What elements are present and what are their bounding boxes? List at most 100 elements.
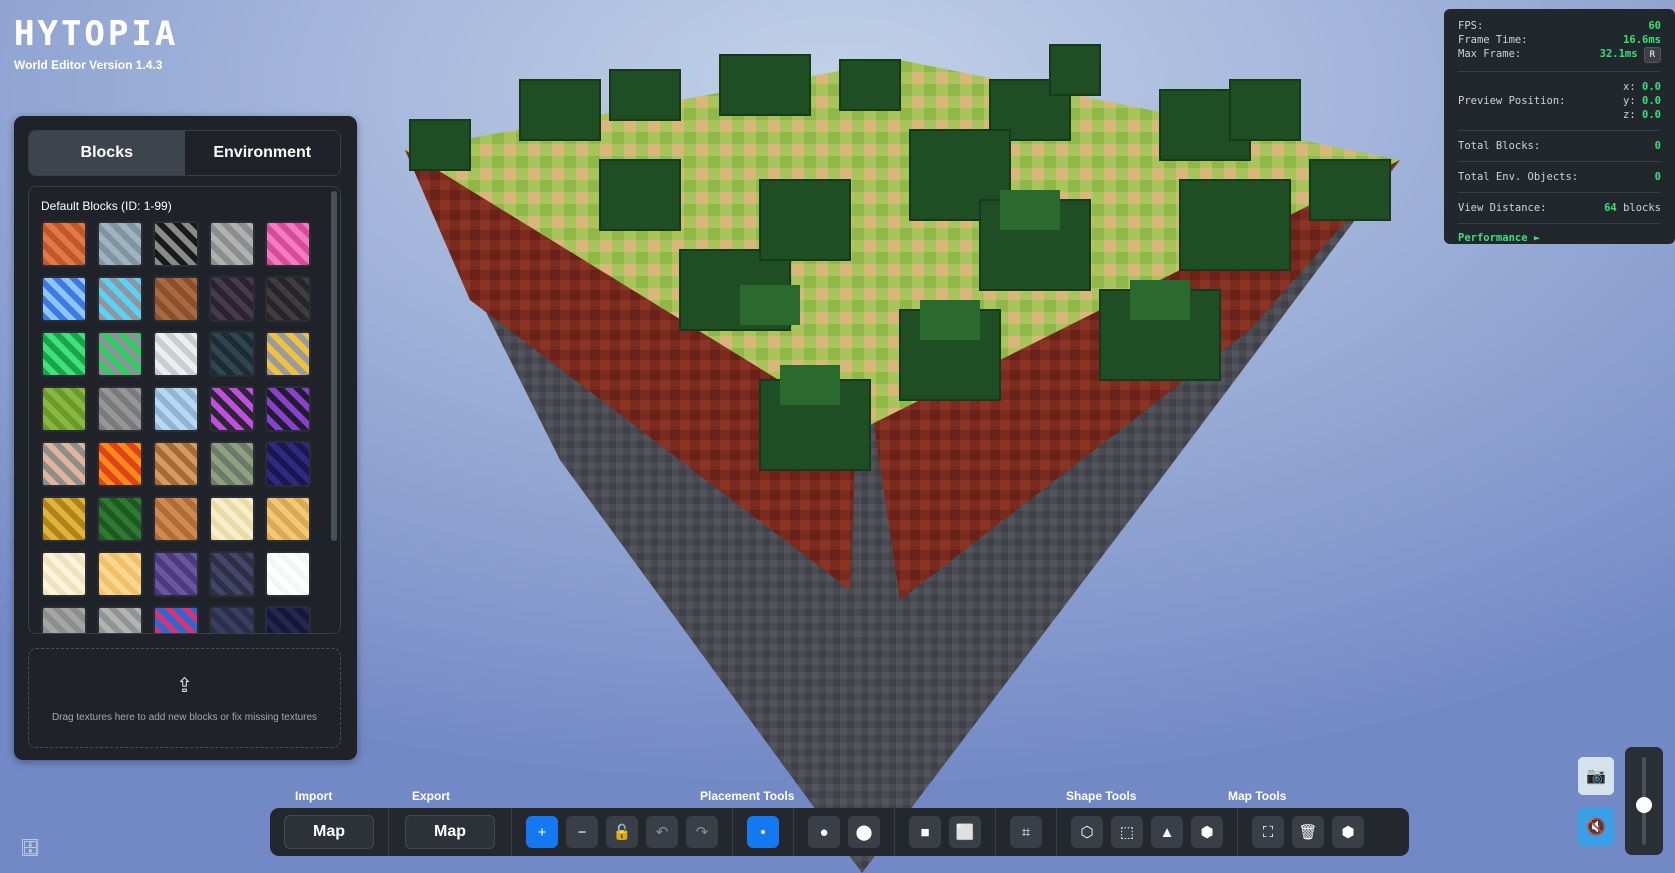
- texture-drop-zone[interactable]: ⇪ Drag textures here to add new blocks o…: [28, 648, 341, 748]
- version-text: World Editor Version 1.4.3: [14, 58, 163, 72]
- y-label: y:: [1623, 95, 1636, 107]
- block-tile-navy-stone[interactable]: [209, 606, 255, 633]
- blocks-heading: Default Blocks (ID: 1-99): [41, 199, 172, 213]
- block-tile-mossy-cobble[interactable]: [209, 441, 255, 487]
- block-tile-pink-block[interactable]: [265, 221, 311, 267]
- block-tile-deepslate[interactable]: [265, 276, 311, 322]
- tab-environment[interactable]: Environment: [184, 131, 340, 175]
- block-panel: Blocks Environment Default Blocks (ID: 1…: [14, 116, 357, 760]
- block-tile-leaves[interactable]: [97, 496, 143, 542]
- preview-position-label: Preview Position:: [1458, 95, 1566, 107]
- block-tile-diamond-ore[interactable]: [97, 276, 143, 322]
- cube-tool-icon[interactable]: ⬡: [1071, 816, 1103, 848]
- view-distance-label: View Distance:: [1458, 202, 1547, 214]
- tab-blocks[interactable]: Blocks: [29, 131, 185, 175]
- small-brush-icon[interactable]: ●: [808, 816, 840, 848]
- redo-icon[interactable]: ↷: [686, 816, 718, 848]
- bottom-toolbar: Map Map + − 🔓 ↶ ↷ • ● ⬤ ■ ⬜ ⌗ ⬡ ⬚ ▲ ⬢ ⛶ …: [270, 808, 1409, 856]
- block-tile-ice[interactable]: [153, 386, 199, 432]
- terrain-tool-icon[interactable]: ▲: [1151, 816, 1183, 848]
- trash-icon[interactable]: 🗑: [1292, 816, 1324, 848]
- block-tile-snow[interactable]: [265, 551, 311, 597]
- single-block-icon[interactable]: •: [747, 816, 779, 848]
- block-tile-dark-navy[interactable]: [265, 606, 311, 633]
- block-tile-andesite[interactable]: [97, 221, 143, 267]
- block-tile-log-top[interactable]: [153, 441, 199, 487]
- divider: [1458, 161, 1661, 162]
- block-tile-stone-2[interactable]: [97, 606, 143, 633]
- block-tile-amethyst-vein[interactable]: [209, 386, 255, 432]
- block-tile-planks[interactable]: [153, 496, 199, 542]
- block-tile-gravel[interactable]: [97, 386, 143, 432]
- slider-knob[interactable]: [1636, 797, 1652, 814]
- block-tile-emerald-ore[interactable]: [97, 331, 143, 377]
- volume-slider[interactable]: [1625, 747, 1663, 855]
- total-env-label: Total Env. Objects:: [1458, 171, 1579, 183]
- block-tile-bricks[interactable]: [41, 221, 87, 267]
- reset-max-frame-button[interactable]: R: [1643, 47, 1661, 63]
- import-map-button[interactable]: Map: [284, 815, 374, 849]
- divider: [1458, 192, 1661, 193]
- block-tile-gold-ore[interactable]: [265, 331, 311, 377]
- block-tile-obsidian[interactable]: [265, 441, 311, 487]
- block-tile-dirt[interactable]: [153, 276, 199, 322]
- block-tile-slate[interactable]: [209, 551, 255, 597]
- block-tile-glass[interactable]: [209, 331, 255, 377]
- block-tile-purple-stone[interactable]: [153, 551, 199, 597]
- block-tile-purple-vein[interactable]: [265, 386, 311, 432]
- shape-tools-label: Shape Tools: [1066, 789, 1137, 803]
- z-value: 0.0: [1642, 109, 1661, 121]
- unlock-icon[interactable]: 🔓: [606, 816, 638, 848]
- block-tile-sandstone[interactable]: [97, 551, 143, 597]
- block-tile-dark-block[interactable]: [209, 276, 255, 322]
- large-brush-icon[interactable]: ⬤: [848, 816, 880, 848]
- small-square-icon[interactable]: ■: [909, 816, 941, 848]
- upload-icon: ⇪: [176, 675, 193, 697]
- panel-tabs: Blocks Environment: [28, 130, 341, 176]
- block-tile-stone[interactable]: [41, 606, 87, 633]
- undo-icon[interactable]: ↶: [646, 816, 678, 848]
- x-label: x:: [1623, 81, 1636, 93]
- block-tile-iron-ore[interactable]: [41, 441, 87, 487]
- block-tile-blue-pink[interactable]: [153, 606, 199, 633]
- max-frame-value: 32.1ms: [1599, 48, 1638, 60]
- spheres-tool-icon[interactable]: ⬢: [1191, 816, 1223, 848]
- blocks-list[interactable]: Default Blocks (ID: 1-99): [28, 186, 341, 634]
- divider: [1458, 71, 1661, 72]
- block-tile-grass[interactable]: [41, 386, 87, 432]
- export-map-button[interactable]: Map: [405, 815, 495, 849]
- block-tile-blue-tile[interactable]: [41, 276, 87, 322]
- scrollbar[interactable]: [331, 191, 337, 541]
- x-value: 0.0: [1642, 81, 1661, 93]
- fps-label: FPS:: [1458, 20, 1484, 32]
- mute-icon[interactable]: 🔇: [1578, 808, 1614, 846]
- fullscreen-icon[interactable]: ⛶: [1252, 816, 1284, 848]
- block-tile-snow-stone[interactable]: [153, 331, 199, 377]
- total-blocks-label: Total Blocks:: [1458, 140, 1541, 152]
- app-logo: HYTOPIA World Editor Version 1.4.3: [14, 17, 178, 72]
- view-distance-value: 64: [1604, 202, 1617, 214]
- database-icon[interactable]: 🗄: [20, 838, 40, 858]
- view-distance-row: View Distance: 64 blocks: [1458, 201, 1661, 215]
- wall-tool-icon[interactable]: ⬚: [1111, 816, 1143, 848]
- block-tile-sand-light[interactable]: [209, 496, 255, 542]
- drop-zone-text: Drag textures here to add new blocks or …: [51, 712, 318, 723]
- selection-tool-icon[interactable]: ⌗: [1010, 816, 1042, 848]
- block-tile-gold-swirl[interactable]: [41, 496, 87, 542]
- block-tile-emerald-block[interactable]: [41, 331, 87, 377]
- block-tile-coal-ore[interactable]: [153, 221, 199, 267]
- block-tile-lava[interactable]: [97, 441, 143, 487]
- frame-time-value: 16.6ms: [1623, 34, 1661, 46]
- block-tile-sandstone-light[interactable]: [41, 551, 87, 597]
- cluster-tool-icon[interactable]: ⬢: [1332, 816, 1364, 848]
- divider: [1458, 130, 1661, 131]
- remove-block-icon[interactable]: −: [566, 816, 598, 848]
- divider: [1458, 223, 1661, 224]
- total-blocks-value: 0: [1654, 140, 1661, 152]
- block-tile-cobblestone[interactable]: [209, 221, 255, 267]
- camera-icon[interactable]: 📷: [1578, 757, 1614, 795]
- block-tile-sand[interactable]: [265, 496, 311, 542]
- large-square-icon[interactable]: ⬜: [949, 816, 981, 848]
- performance-toggle[interactable]: Performance ►: [1458, 232, 1661, 244]
- add-block-icon[interactable]: +: [526, 816, 558, 848]
